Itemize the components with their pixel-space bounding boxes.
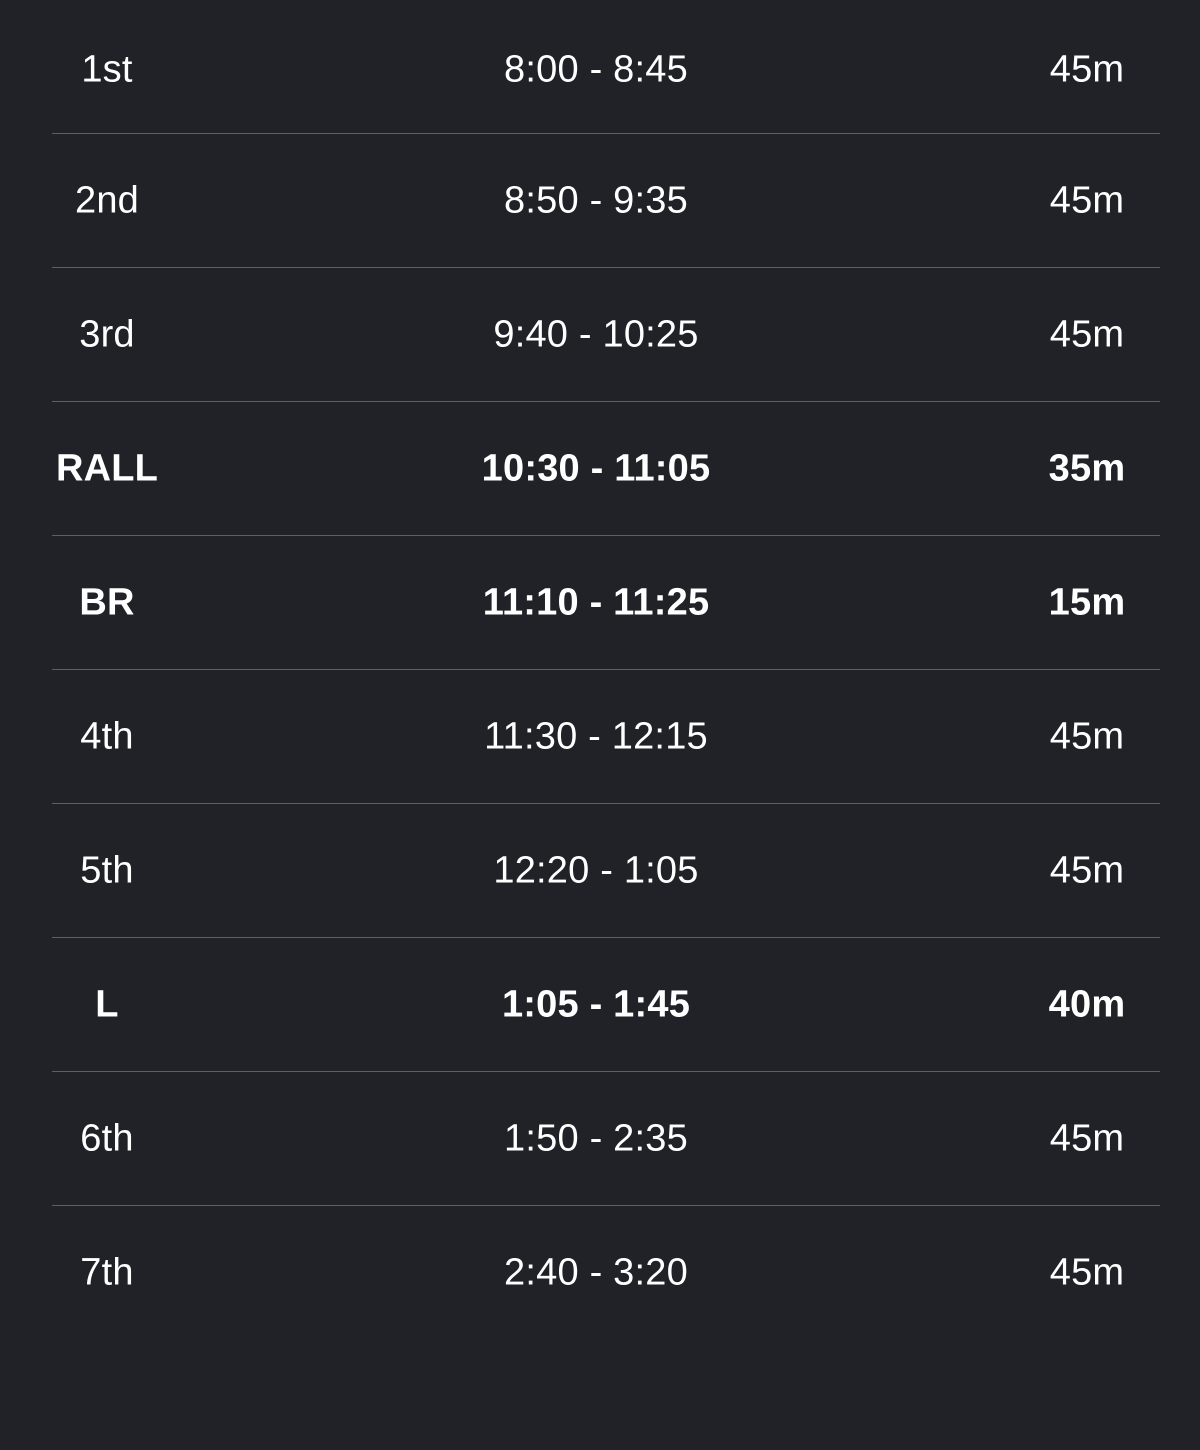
period-time: 11:10 - 11:25	[482, 581, 710, 623]
period-time: 8:00 - 8:45	[504, 48, 688, 91]
period-duration: 45m	[1049, 48, 1125, 91]
period-label: 7th	[80, 1251, 134, 1294]
period-duration: 35m	[1048, 447, 1126, 489]
schedule-row-br[interactable]: BR 11:10 - 11:25 15m	[52, 536, 1160, 670]
period-label: 4th	[80, 715, 134, 757]
period-time: 10:30 - 11:05	[481, 447, 711, 489]
schedule-row-6th[interactable]: 6th 1:50 - 2:35 45m	[52, 1072, 1160, 1206]
period-label: BR	[79, 581, 135, 623]
schedule-row-1st[interactable]: 1st 8:00 - 8:45 45m	[52, 0, 1160, 134]
schedule-row-lunch[interactable]: L 1:05 - 1:45 40m	[52, 938, 1160, 1072]
schedule-row-4th[interactable]: 4th 11:30 - 12:15 45m	[52, 670, 1160, 804]
period-time: 1:50 - 2:35	[504, 1117, 688, 1159]
schedule-row-rall[interactable]: RALL 10:30 - 11:05 35m	[52, 402, 1160, 536]
period-label: RALL	[55, 447, 159, 489]
period-duration: 45m	[1049, 1251, 1125, 1294]
period-time: 2:40 - 3:20	[504, 1251, 688, 1294]
schedule-row-2nd[interactable]: 2nd 8:50 - 9:35 45m	[52, 134, 1160, 268]
period-time: 9:40 - 10:25	[493, 313, 699, 355]
period-time: 11:30 - 12:15	[484, 715, 708, 757]
period-duration: 45m	[1049, 179, 1125, 221]
schedule-row-5th[interactable]: 5th 12:20 - 1:05 45m	[52, 804, 1160, 938]
period-label: L	[95, 983, 119, 1025]
period-label: 5th	[80, 849, 134, 891]
period-label: 1st	[81, 48, 133, 91]
schedule-table: 1st 8:00 - 8:45 45m 2nd 8:50 - 9:35 45m …	[52, 0, 1160, 1340]
period-duration: 45m	[1049, 849, 1125, 891]
period-duration: 15m	[1048, 581, 1126, 623]
period-duration: 45m	[1049, 313, 1125, 355]
period-label: 6th	[80, 1117, 134, 1159]
period-time: 12:20 - 1:05	[493, 849, 699, 891]
period-label: 3rd	[79, 313, 135, 355]
period-duration: 45m	[1049, 715, 1125, 757]
schedule-row-3rd[interactable]: 3rd 9:40 - 10:25 45m	[52, 268, 1160, 402]
schedule-row-7th[interactable]: 7th 2:40 - 3:20 45m	[52, 1206, 1160, 1340]
period-time: 1:05 - 1:45	[501, 983, 691, 1025]
period-label: 2nd	[74, 179, 140, 221]
period-duration: 45m	[1049, 1117, 1125, 1159]
period-duration: 40m	[1048, 983, 1126, 1025]
period-time: 8:50 - 9:35	[504, 179, 688, 221]
